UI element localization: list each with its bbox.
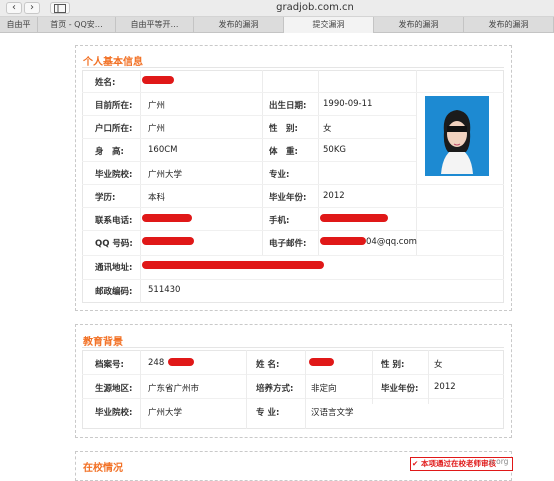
- tab-4[interactable]: 发布的漏洞: [194, 17, 284, 33]
- training-value: 非定向: [311, 384, 337, 394]
- gender-label: 性 别:: [269, 124, 298, 134]
- height-value: 160CM: [148, 145, 178, 155]
- redaction-mark: [309, 358, 334, 366]
- redaction-mark: [320, 214, 388, 222]
- name-label: 姓名:: [95, 78, 116, 88]
- back-icon[interactable]: ‹: [6, 2, 22, 14]
- origin-value: 广东省广州市: [148, 384, 200, 394]
- birth-value: 1990-09-11: [323, 99, 373, 109]
- gender-value: 女: [323, 124, 332, 134]
- profile-photo: [425, 96, 489, 176]
- edu-major-label: 专 业:: [256, 408, 280, 418]
- file-no-value: 248: [148, 358, 165, 368]
- degree-label: 学历:: [95, 193, 116, 203]
- grad-year-label: 毕业年份:: [269, 193, 307, 203]
- redaction-mark: [142, 76, 174, 84]
- campus-title: 在校情况: [83, 463, 123, 474]
- qq-label: QQ 号码:: [95, 239, 133, 249]
- birth-label: 出生日期:: [269, 101, 307, 111]
- sidebar-icon[interactable]: [50, 2, 70, 14]
- tab-3[interactable]: 自由平等开…: [116, 17, 194, 33]
- browser-titlebar: ‹ › gradjob.com.cn: [0, 0, 554, 17]
- redaction-mark: [320, 237, 366, 245]
- hukou-label: 户口所在:: [95, 124, 133, 134]
- hukou-value: 广州: [148, 124, 166, 134]
- redaction-mark: [142, 261, 324, 269]
- redaction-mark: [168, 358, 194, 366]
- email-label: 电子邮件:: [269, 239, 307, 249]
- stamp-text: 本项通过在校老师审核: [421, 459, 496, 468]
- grad-year-value: 2012: [323, 191, 345, 201]
- address-label: 通讯地址:: [95, 263, 133, 273]
- degree-value: 本科: [148, 193, 166, 203]
- url-bar[interactable]: gradjob.com.cn: [215, 1, 415, 15]
- tab-5[interactable]: 提交漏洞: [284, 17, 374, 33]
- watermark: n.org: [489, 457, 509, 466]
- edu-gender-value: 女: [434, 360, 443, 370]
- edu-grad-year-value: 2012: [434, 382, 456, 392]
- weight-label: 体 重:: [269, 147, 298, 157]
- forward-icon[interactable]: ›: [24, 2, 40, 14]
- tab-2[interactable]: 首页 - QQ安…: [38, 17, 116, 33]
- edu-school-value: 广州大学: [148, 408, 183, 418]
- edu-major-value: 汉语言文学: [311, 408, 354, 418]
- weight-value: 50KG: [323, 145, 346, 155]
- edu-gender-label: 性 别:: [381, 360, 405, 370]
- location-value: 广州: [148, 101, 166, 111]
- divider: [82, 67, 504, 68]
- personal-info-title: 个人基本信息: [83, 57, 143, 68]
- education-title: 教育背景: [83, 337, 123, 348]
- check-icon: ✔: [412, 459, 419, 468]
- edu-school-label: 毕业院校:: [95, 408, 133, 418]
- mobile-label: 手机:: [269, 216, 290, 226]
- location-label: 目前所在:: [95, 101, 133, 111]
- zip-value: 511430: [148, 285, 181, 295]
- training-label: 培养方式:: [256, 384, 294, 394]
- zip-label: 邮政编码:: [95, 287, 133, 297]
- major-label: 专业:: [269, 170, 290, 180]
- tab-6[interactable]: 发布的漏洞: [374, 17, 464, 33]
- edu-name-label: 姓 名:: [256, 360, 280, 370]
- tab-7[interactable]: 发布的漏洞: [464, 17, 554, 33]
- redaction-mark: [142, 237, 194, 245]
- height-label: 身 高:: [95, 147, 124, 157]
- tab-1[interactable]: 自由平: [0, 17, 38, 33]
- origin-label: 生源地区:: [95, 384, 133, 394]
- file-no-label: 档案号:: [95, 360, 124, 370]
- school-value: 广州大学: [148, 170, 183, 180]
- edu-grad-year-label: 毕业年份:: [381, 384, 419, 394]
- phone-label: 联系电话:: [95, 216, 133, 226]
- redaction-mark: [142, 214, 192, 222]
- tab-bar: 自由平 首页 - QQ安… 自由平等开… 发布的漏洞 提交漏洞 发布的漏洞 发布…: [0, 17, 554, 33]
- email-value: 04@qq.com: [366, 237, 417, 247]
- school-label: 毕业院校:: [95, 170, 133, 180]
